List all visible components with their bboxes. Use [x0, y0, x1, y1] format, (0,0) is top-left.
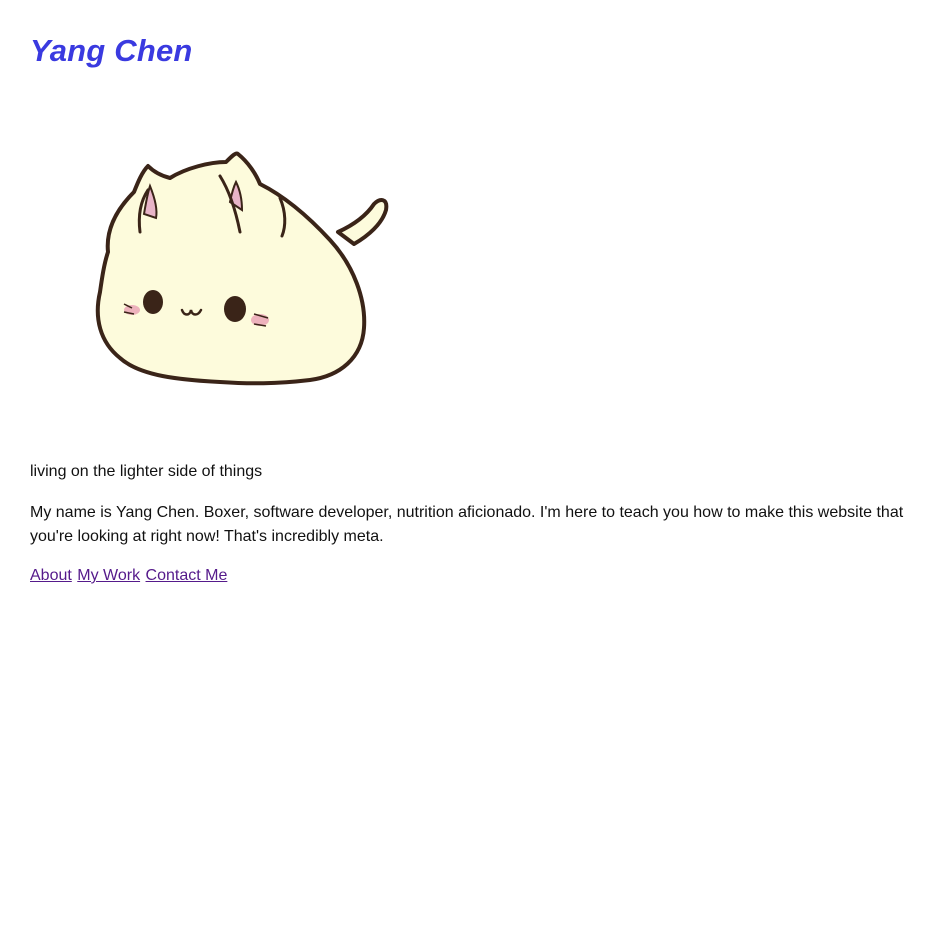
tagline: living on the lighter side of things	[30, 463, 263, 480]
cat-eye-left	[143, 290, 163, 314]
cat-tail	[336, 198, 389, 246]
cat-eye-right	[224, 296, 246, 322]
nav-link-contact-me[interactable]: Contact Me	[146, 567, 228, 584]
cat-body	[95, 151, 367, 386]
nav-links: About My Work Contact Me	[30, 565, 228, 587]
cat-blush-right	[251, 313, 269, 327]
nav-link-my-work[interactable]: My Work	[77, 567, 140, 584]
cat-bun-icon	[95, 151, 389, 386]
nav-link-about[interactable]: About	[30, 567, 72, 584]
bio-paragraph: My name is Yang Chen. Boxer, software de…	[30, 504, 904, 545]
hero-image	[70, 132, 450, 402]
page-title: Yang Chen	[30, 33, 193, 68]
